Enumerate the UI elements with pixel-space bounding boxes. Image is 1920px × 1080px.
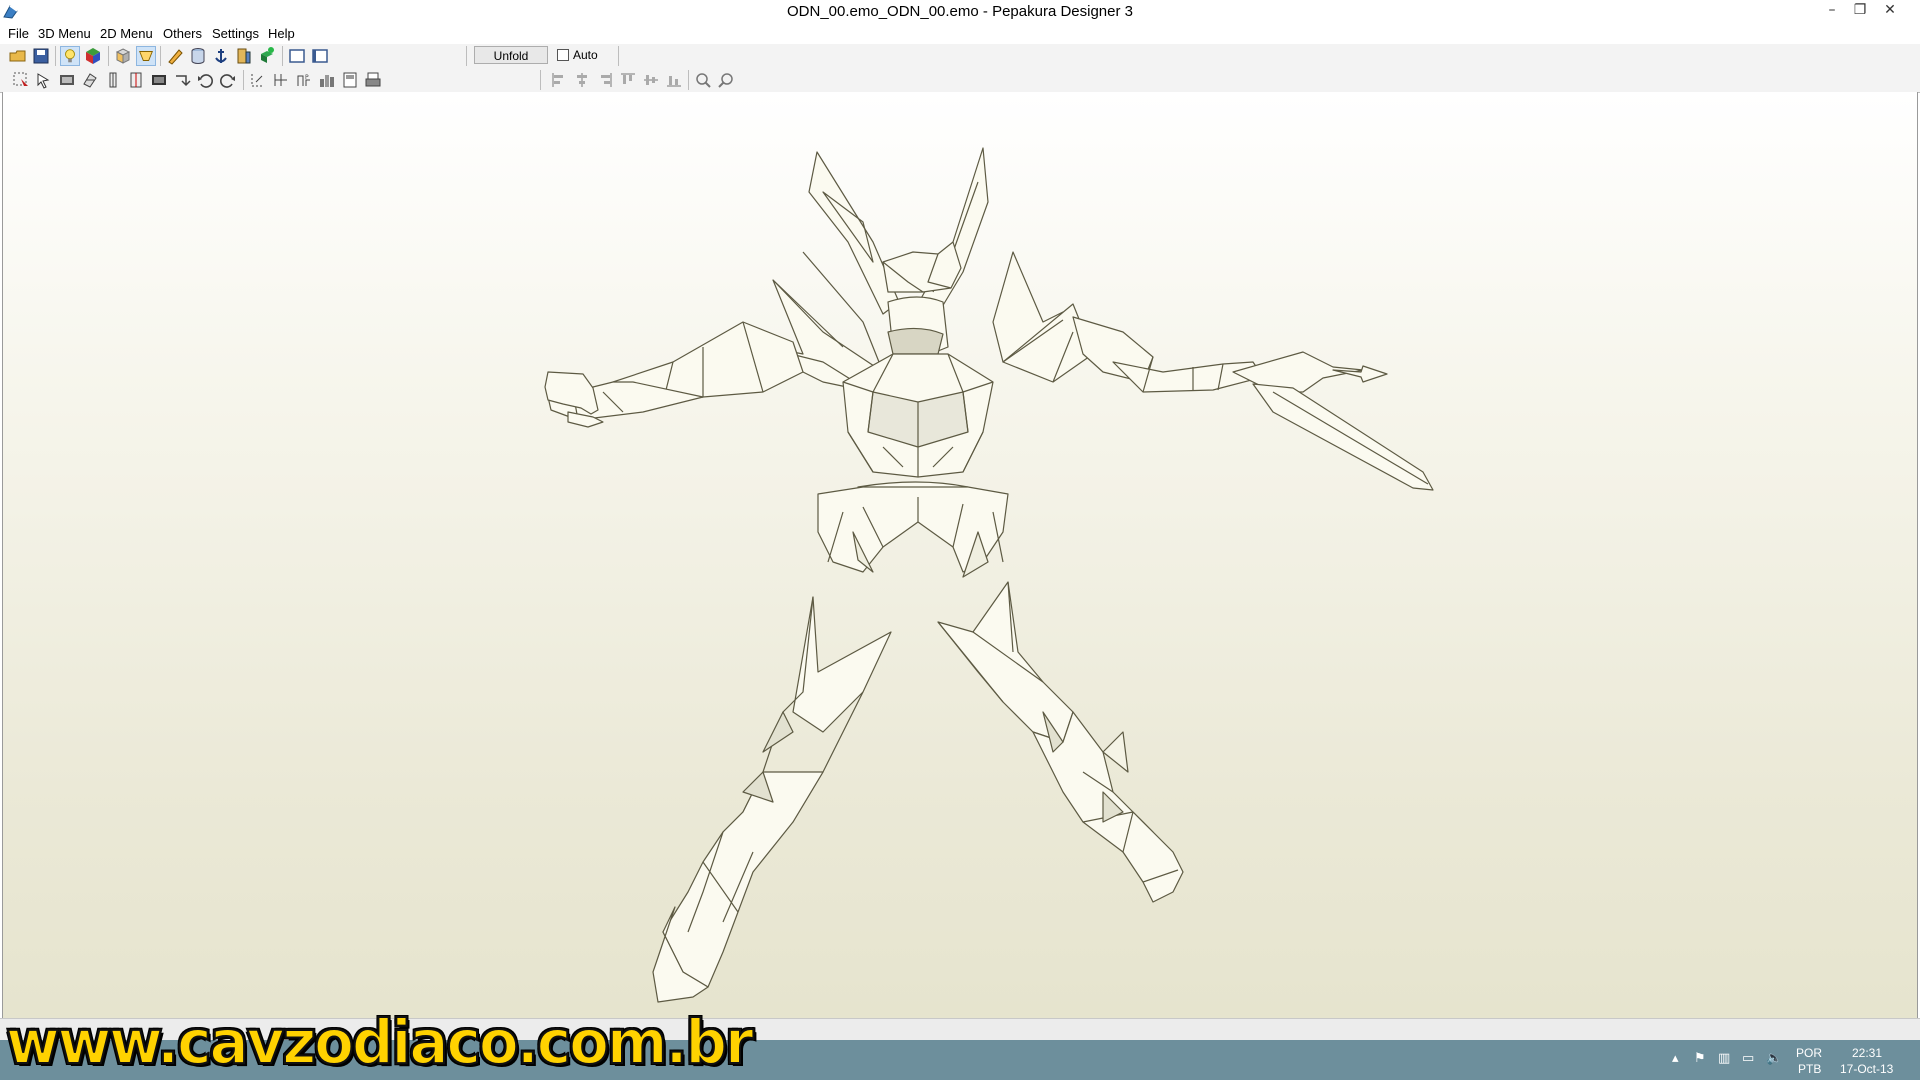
menu-help[interactable]: Help — [268, 26, 295, 41]
menu-others[interactable]: Others — [163, 26, 202, 41]
toolbar-separator — [243, 70, 244, 90]
page-icon[interactable]: P — [294, 70, 314, 90]
right-boot — [1122, 811, 1184, 903]
toolbar-separator — [108, 46, 109, 66]
toolbar-separator — [160, 46, 161, 66]
menu-2d[interactable]: 2D Menu — [100, 26, 153, 41]
clock-time[interactable]: 22:31 — [1852, 1046, 1882, 1060]
menu-settings[interactable]: Settings — [212, 26, 259, 41]
unfold-button[interactable]: Unfold — [474, 46, 548, 64]
volume-icon[interactable]: 🔈 — [1766, 1052, 1782, 1066]
website-watermark: www.cavzodiaco.com.br — [5, 1005, 755, 1078]
toolbar-separator — [688, 70, 689, 90]
redo-icon[interactable] — [218, 70, 238, 90]
anchor-icon[interactable] — [211, 46, 231, 66]
align-top-icon[interactable] — [618, 70, 638, 90]
zoom-in-icon[interactable] — [693, 70, 713, 90]
color-cube-icon[interactable] — [83, 46, 103, 66]
title-bar: ODN_00.emo_ODN_00.emo - Pepakura Designe… — [0, 0, 1920, 24]
toolbar-3d: Unfold Auto — [0, 44, 1920, 68]
edit-flap-icon[interactable] — [271, 70, 291, 90]
open-icon[interactable] — [8, 46, 28, 66]
join-icon[interactable] — [103, 70, 123, 90]
texture-cube-icon[interactable] — [113, 46, 133, 66]
align-right-icon[interactable] — [595, 70, 615, 90]
align-bottom-icon[interactable] — [664, 70, 684, 90]
cylinder-icon[interactable] — [188, 46, 208, 66]
minimize-button[interactable]: – — [1818, 0, 1846, 22]
auto-checkbox-label: Auto — [573, 48, 598, 62]
left-leg-lower — [662, 771, 824, 988]
book-icon[interactable] — [234, 46, 254, 66]
image-icon[interactable] — [149, 70, 169, 90]
toolbar-separator — [466, 46, 467, 66]
close-button[interactable]: ✕ — [1876, 0, 1904, 22]
right-leg-upper — [937, 581, 1074, 743]
edit-line-icon[interactable] — [248, 70, 268, 90]
3d-viewport[interactable] — [2, 92, 1918, 1018]
toolbar-separator — [282, 46, 283, 66]
helmet-crown — [882, 241, 962, 293]
align-middle-icon[interactable] — [641, 70, 661, 90]
zoom-out-icon[interactable] — [716, 70, 736, 90]
keyboard-indicator[interactable]: PTB — [1798, 1062, 1821, 1076]
select-icon[interactable] — [11, 70, 31, 90]
split-icon[interactable] — [126, 70, 146, 90]
menu-3d[interactable]: 3D Menu — [38, 26, 91, 41]
flip-icon[interactable] — [172, 70, 192, 90]
rotate-parts-icon[interactable] — [80, 70, 100, 90]
align-left-icon[interactable] — [549, 70, 569, 90]
single-view-icon[interactable] — [287, 46, 307, 66]
frame-icon[interactable] — [340, 70, 360, 90]
network-icon[interactable]: ▥ — [1718, 1052, 1732, 1066]
film-icon[interactable] — [57, 70, 77, 90]
right-horn — [918, 147, 989, 323]
monitor-icon[interactable]: ▭ — [1742, 1052, 1756, 1066]
svg-text:P: P — [305, 74, 309, 81]
move-icon[interactable] — [34, 70, 54, 90]
clock-date[interactable]: 17-Oct-13 — [1840, 1062, 1893, 1076]
toolbar-2d: P — [0, 68, 1920, 93]
flap-icon[interactable] — [136, 46, 156, 66]
language-indicator[interactable]: POR — [1796, 1046, 1822, 1060]
save-icon[interactable] — [31, 46, 51, 66]
layout-icon[interactable] — [317, 70, 337, 90]
window-title: ODN_00.emo_ODN_00.emo - Pepakura Designe… — [786, 3, 1133, 20]
left-leg-upper — [792, 596, 892, 733]
armor-model[interactable] — [3, 92, 1917, 1018]
left-horn — [808, 151, 900, 315]
menu-bar: File 3D Menu 2D Menu Others Settings Hel… — [0, 24, 1920, 45]
undo-icon[interactable] — [195, 70, 215, 90]
align-center-icon[interactable] — [572, 70, 592, 90]
paint-cube-icon[interactable] — [257, 46, 277, 66]
menu-file[interactable]: File — [8, 26, 29, 41]
flag-icon[interactable]: ⚑ — [1694, 1052, 1708, 1066]
toolbar-separator — [55, 46, 56, 66]
auto-checkbox[interactable] — [557, 49, 569, 61]
show-hidden-icons-icon[interactable]: ▴ — [1672, 1052, 1686, 1066]
sword-blade — [1252, 383, 1434, 491]
pen-icon[interactable] — [165, 46, 185, 66]
light-icon[interactable] — [60, 46, 80, 66]
print-icon[interactable] — [363, 70, 383, 90]
split-view-icon[interactable] — [310, 46, 330, 66]
toolbar-separator — [540, 70, 541, 90]
restore-button[interactable]: ❐ — [1846, 0, 1874, 22]
toolbar-separator — [618, 46, 619, 66]
